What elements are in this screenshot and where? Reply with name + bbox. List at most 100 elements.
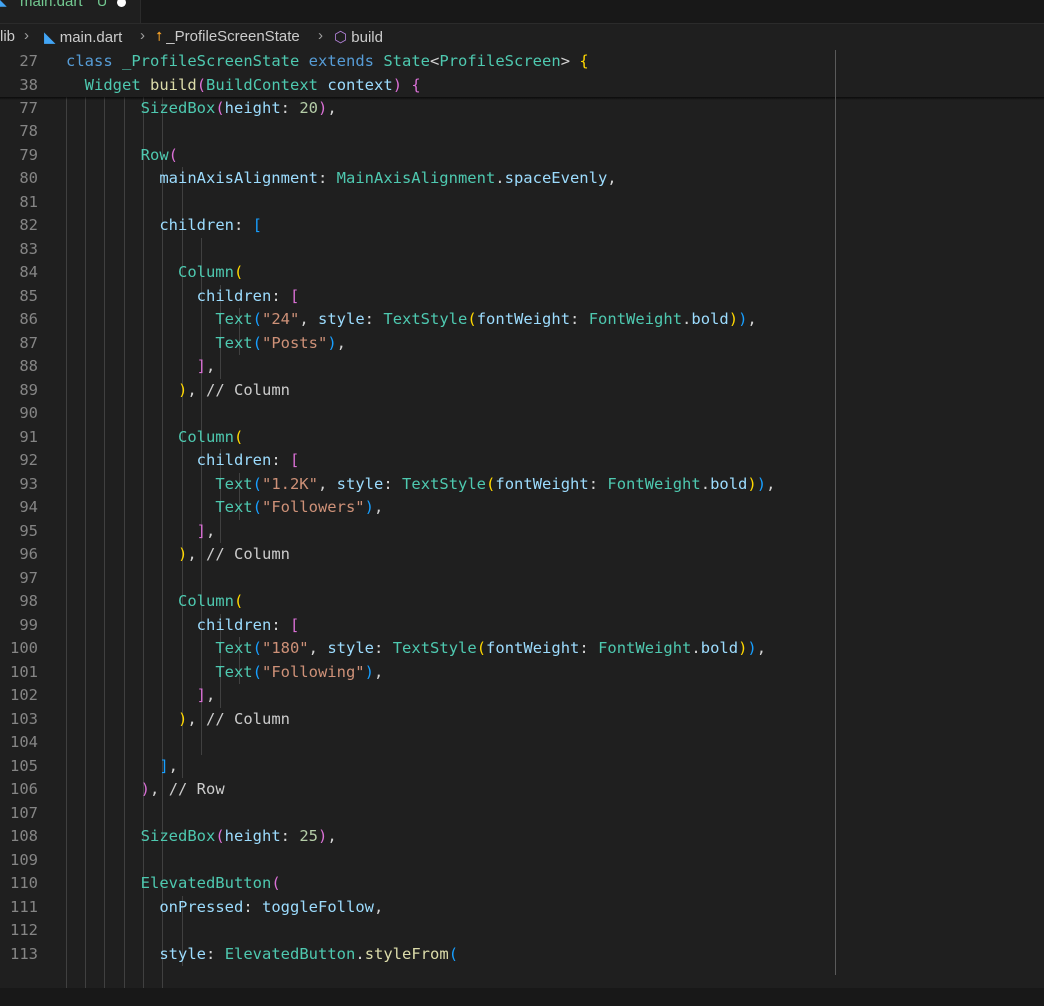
code-line[interactable]: 112: [0, 919, 1044, 943]
chevron-right-icon: ›: [140, 27, 145, 44]
line-number: 94: [19, 498, 38, 516]
line-number: 109: [10, 850, 38, 869]
code-text: ), // Column: [177, 709, 291, 728]
code-line[interactable]: 77 SizedBox(height: 20),: [0, 97, 1044, 121]
line-number: 85: [19, 286, 38, 305]
line-number: 79: [19, 145, 38, 164]
code-line[interactable]: 102 ],: [0, 684, 1044, 708]
line-number: 104: [10, 733, 38, 751]
code-line[interactable]: 83: [0, 238, 1044, 262]
code-line[interactable]: 88 ],: [0, 355, 1044, 379]
line-number: 81: [19, 192, 38, 211]
sticky-code-line[interactable]: 27 class _ProfileScreenState extends Stat…: [0, 50, 1044, 74]
code-line[interactable]: 104: [0, 731, 1044, 755]
line-number: 102: [10, 686, 38, 704]
code-line[interactable]: 106 ), // Row: [0, 778, 1044, 802]
code-line[interactable]: 95 ],: [0, 520, 1044, 544]
code-text: class _ProfileScreenState extends State<…: [66, 52, 589, 70]
code-line[interactable]: 101 Text("Following"),: [0, 661, 1044, 685]
breadcrumb-label: main.dart: [59, 29, 123, 46]
line-number: 99: [19, 615, 38, 634]
code-line[interactable]: 99 children: [: [0, 614, 1044, 638]
code-line[interactable]: 89 ), // Column: [0, 379, 1044, 403]
code-line[interactable]: 94 Text("Followers"),: [0, 496, 1044, 520]
code-line[interactable]: 87 Text("Posts"),: [0, 332, 1044, 356]
line-number: 101: [10, 662, 38, 681]
code-text: onPressed: toggleFollow,: [159, 897, 384, 916]
line-number: 108: [10, 827, 38, 845]
code-line[interactable]: 113 style: ElevatedButton.styleFrom(: [0, 943, 1044, 967]
code-text: mainAxisAlignment: MainAxisAlignment.spa…: [159, 169, 617, 187]
editor-tab-main-dart[interactable]: ◣ main.dart U: [0, 0, 141, 23]
code-text: ],: [196, 357, 216, 375]
code-line[interactable]: 92 children: [: [0, 449, 1044, 473]
line-number: 98: [19, 592, 38, 610]
code-line[interactable]: 105 ],: [0, 755, 1044, 779]
code-line[interactable]: 109: [0, 849, 1044, 873]
breadcrumb-label: _ProfileScreenState: [166, 28, 300, 45]
code-line[interactable]: 110 ElevatedButton(: [0, 872, 1044, 896]
line-number: 103: [10, 709, 38, 728]
code-text: ElevatedButton(: [140, 874, 281, 892]
code-line[interactable]: 81: [0, 191, 1044, 215]
line-number: 38: [19, 75, 38, 94]
breadcrumb-label: build: [351, 29, 383, 46]
line-number: 97: [19, 568, 38, 587]
code-text: SizedBox(height: 25),: [140, 827, 337, 845]
tab-git-status: U: [97, 0, 108, 9]
code-line[interactable]: 96 ), // Column: [0, 543, 1044, 567]
code-line[interactable]: 107: [0, 802, 1044, 826]
unsaved-changes-dot-icon[interactable]: [117, 0, 126, 7]
code-line[interactable]: 93 Text("1.2K", style: TextStyle(fontWei…: [0, 473, 1044, 497]
line-number: 100: [10, 639, 38, 657]
code-text: Text("24", style: TextStyle(fontWeight: …: [215, 310, 757, 328]
code-line[interactable]: 97: [0, 567, 1044, 591]
line-number: 111: [10, 897, 38, 916]
line-number: 105: [10, 756, 38, 775]
code-line[interactable]: 86 Text("24", style: TextStyle(fontWeigh…: [0, 308, 1044, 332]
code-editor[interactable]: 77 SizedBox(height: 20), 78 79 Row(80 main…: [0, 50, 1044, 988]
code-text: children: [: [196, 451, 300, 469]
line-number: 106: [10, 780, 38, 798]
sticky-scroll-shadow: [0, 97, 1044, 100]
code-line[interactable]: 85 children: [: [0, 285, 1044, 309]
code-text: ],: [196, 521, 216, 540]
sticky-code-line[interactable]: 38 Widget build(BuildContext context) {: [0, 73, 1044, 97]
line-number: 87: [19, 333, 38, 352]
line-number: 88: [19, 357, 38, 375]
line-number: 112: [10, 921, 38, 939]
code-line[interactable]: 78: [0, 120, 1044, 144]
code-line[interactable]: 82 children: [: [0, 214, 1044, 238]
code-text: Text("Posts"),: [215, 333, 346, 352]
breadcrumb: lib › ◣ main.dart › ⭡ _ProfileScreenStat…: [0, 24, 1044, 50]
breadcrumb-label: lib: [0, 28, 16, 45]
code-line[interactable]: 111 onPressed: toggleFollow,: [0, 896, 1044, 920]
code-text: Column(: [177, 592, 244, 610]
editor-ruler: [835, 50, 836, 975]
code-line[interactable]: 84 Column(: [0, 261, 1044, 285]
breadcrumb-item-class[interactable]: ⭡ _ProfileScreenState: [156, 28, 300, 45]
code-line[interactable]: 100 Text("180", style: TextStyle(fontWei…: [0, 637, 1044, 661]
line-number: 77: [19, 98, 38, 117]
code-text: children: [: [196, 286, 300, 305]
line-number: 92: [19, 451, 38, 469]
code-text: ), // Column: [177, 380, 291, 399]
line-number: 89: [19, 380, 38, 399]
breadcrumb-item-build[interactable]: ⬡ build: [334, 28, 383, 46]
breadcrumb-item-main-dart[interactable]: ◣ main.dart: [44, 28, 122, 46]
breadcrumb-item-lib[interactable]: lib: [0, 28, 15, 45]
code-line[interactable]: 103 ), // Column: [0, 708, 1044, 732]
line-number: 27: [19, 52, 38, 70]
code-text: ],: [159, 756, 179, 775]
code-text: Column(: [177, 427, 244, 446]
line-number: 90: [19, 404, 38, 422]
code-text: ), // Row: [140, 780, 225, 798]
code-line[interactable]: 108 SizedBox(height: 25),: [0, 825, 1044, 849]
code-line[interactable]: 90: [0, 402, 1044, 426]
code-text: Widget build(BuildContext context) {: [84, 75, 421, 94]
code-text: style: ElevatedButton.styleFrom(: [159, 944, 459, 963]
code-line[interactable]: 80 mainAxisAlignment: MainAxisAlignment.…: [0, 167, 1044, 191]
code-line[interactable]: 79 Row(: [0, 144, 1044, 168]
code-line[interactable]: 91 Column(: [0, 426, 1044, 450]
code-line[interactable]: 98 Column(: [0, 590, 1044, 614]
